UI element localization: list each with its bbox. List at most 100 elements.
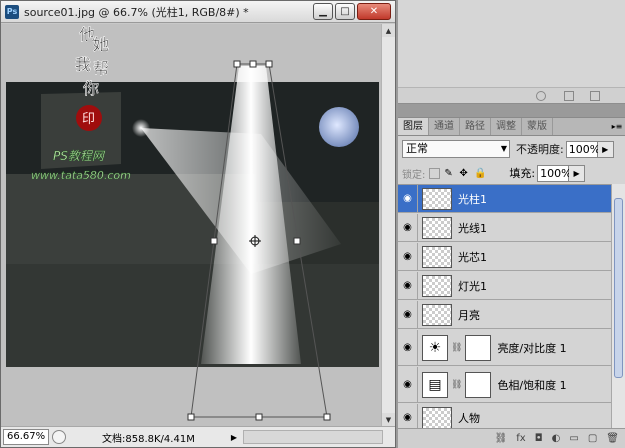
status-info-icon[interactable]	[52, 430, 66, 444]
vertical-scrollbar[interactable]: ▲ ▼	[381, 24, 395, 426]
opacity-label: 不透明度:	[516, 143, 564, 156]
fill-label: 填充:	[509, 167, 536, 180]
photoshop-workspace: Ps source01.jpg @ 66.7% (光柱1, RGB/8#) * …	[0, 0, 625, 448]
tab-layers[interactable]: 图层	[398, 118, 429, 135]
layer-row[interactable]: ◉ 灯光1	[398, 272, 611, 300]
transform-handle[interactable]	[233, 60, 241, 68]
horizontal-scrollbar[interactable]	[242, 430, 383, 444]
photoshop-logo-icon: Ps	[5, 4, 19, 19]
canvas-image[interactable]: 他 她 我 帮 你 印 PS教程网 www.tata580.com	[1, 24, 381, 426]
blend-mode-value: 正常	[406, 142, 428, 155]
delete-layer-icon[interactable]: 🗑	[606, 433, 619, 444]
scroll-down-icon[interactable]: ▼	[382, 413, 395, 426]
fill-input[interactable]: 100%	[537, 164, 572, 182]
link-icon[interactable]: ⛓	[451, 380, 462, 390]
blend-mode-select[interactable]: 正常 ▼	[402, 140, 510, 158]
add-mask-icon[interactable]: ◘	[535, 433, 543, 444]
eye-icon[interactable]: ◉	[398, 301, 418, 328]
layer-name: 光线1	[458, 221, 487, 235]
trash-icon[interactable]	[590, 91, 600, 101]
brightness-icon: ☀	[422, 334, 448, 361]
layer-mask-thumbnail[interactable]	[465, 334, 492, 361]
upper-panel-footer	[398, 87, 625, 103]
watermark-site-url: www.tata580.com	[31, 169, 131, 182]
tab-channels[interactable]: 通道	[429, 118, 460, 135]
layer-name: 色相/饱和度 1	[497, 378, 567, 392]
layer-name: 灯光1	[458, 279, 487, 293]
lock-label: 锁定:	[402, 169, 426, 181]
panel-menu-icon[interactable]: ▸≡	[609, 118, 625, 135]
status-menu-arrow-icon[interactable]: ▶	[231, 433, 237, 442]
layer-thumbnail	[422, 187, 452, 210]
layer-row[interactable]: ◉ 月亮	[398, 301, 611, 329]
transform-handle[interactable]	[255, 413, 263, 421]
lock-move-icon[interactable]: ✥	[459, 168, 470, 179]
adjustment-layer-icon[interactable]: ◐	[552, 433, 561, 444]
link-icon[interactable]: ⛓	[451, 343, 462, 353]
eye-icon[interactable]: ◉	[398, 367, 418, 402]
layer-row[interactable]: ◉ 光柱1	[398, 185, 611, 213]
scrollbar-thumb[interactable]	[614, 198, 623, 378]
layer-style-icon[interactable]: fx	[516, 433, 525, 444]
layer-mask-thumbnail[interactable]	[465, 371, 492, 398]
tab-adjustments[interactable]: 调整	[491, 118, 522, 135]
link-layers-icon[interactable]: ⛓	[495, 433, 508, 444]
tab-masks[interactable]: 蒙版	[522, 118, 553, 135]
transform-handle[interactable]	[249, 60, 257, 68]
close-button[interactable]: ✕	[357, 3, 391, 20]
lock-options-row: 锁定: ✎ ✥ 🔒 填充: 100% ▶	[398, 162, 625, 184]
layer-row[interactable]: ◉ 人物	[398, 404, 611, 428]
tab-paths[interactable]: 路径	[460, 118, 491, 135]
transform-handle[interactable]	[210, 237, 218, 245]
layer-thumbnail	[422, 216, 452, 239]
document-title: source01.jpg @ 66.7% (光柱1, RGB/8#) *	[24, 5, 249, 19]
new-group-icon[interactable]: ▭	[569, 433, 578, 444]
lock-brush-icon[interactable]: ✎	[444, 168, 455, 179]
watermark-char: 你	[83, 79, 99, 98]
layer-name: 光柱1	[458, 192, 487, 206]
document-title-bar[interactable]: Ps source01.jpg @ 66.7% (光柱1, RGB/8#) * …	[1, 1, 395, 23]
new-icon[interactable]	[564, 91, 574, 101]
chevron-down-icon: ▼	[500, 144, 507, 153]
watermark-site-title: PS教程网	[53, 149, 106, 163]
layer-row[interactable]: ◉ ☀ ⛓ 亮度/对比度 1	[398, 330, 611, 366]
lock-all-icon[interactable]: 🔒	[474, 168, 486, 179]
upper-panel	[398, 0, 625, 104]
minimize-button[interactable]: ▁	[313, 3, 333, 20]
canvas[interactable]: 他 她 我 帮 你 印 PS教程网 www.tata580.com	[1, 24, 381, 426]
cancel-icon[interactable]	[536, 91, 546, 101]
transform-handle[interactable]	[293, 237, 301, 245]
eye-icon[interactable]: ◉	[398, 185, 418, 212]
watermark-char: 她	[93, 35, 109, 54]
eye-icon[interactable]: ◉	[398, 214, 418, 241]
zoom-field[interactable]: 66.67%	[3, 429, 49, 445]
layers-footer: ⛓ fx ◘ ◐ ▭ ▢ 🗑	[398, 428, 625, 448]
document-info[interactable]: 文档:858.8K/4.41M	[102, 430, 195, 445]
lamp-glow	[132, 119, 150, 137]
layer-name: 人物	[458, 411, 480, 425]
watermark-char: 帮	[93, 59, 109, 78]
blend-options-row: 正常 ▼ 不透明度: 100% ▶	[398, 138, 625, 160]
new-layer-icon[interactable]: ▢	[588, 433, 597, 444]
window-controls: ▁ □ ✕	[313, 3, 391, 20]
eye-icon[interactable]: ◉	[398, 243, 418, 270]
layers-scrollbar[interactable]	[611, 184, 625, 428]
transform-handle[interactable]	[265, 60, 273, 68]
scroll-up-icon[interactable]: ▲	[382, 24, 395, 37]
layer-row[interactable]: ◉ 光线1	[398, 214, 611, 242]
layer-row[interactable]: ◉ ▤ ⛓ 色相/饱和度 1	[398, 367, 611, 403]
opacity-slider-arrow-icon[interactable]: ▶	[597, 140, 614, 158]
layer-row[interactable]: ◉ 光芯1	[398, 243, 611, 271]
fill-slider-arrow-icon[interactable]: ▶	[569, 164, 586, 182]
transform-handle[interactable]	[187, 413, 195, 421]
eye-icon[interactable]: ◉	[398, 330, 418, 365]
opacity-input[interactable]: 100%	[565, 140, 600, 158]
layer-name: 光芯1	[458, 250, 487, 264]
lock-transparency-icon[interactable]	[429, 167, 441, 179]
maximize-button[interactable]: □	[335, 3, 355, 20]
eye-icon[interactable]: ◉	[398, 404, 418, 428]
eye-icon[interactable]: ◉	[398, 272, 418, 299]
transform-handle[interactable]	[323, 413, 331, 421]
layer-thumbnail	[422, 406, 452, 428]
layer-thumbnail	[422, 303, 452, 326]
